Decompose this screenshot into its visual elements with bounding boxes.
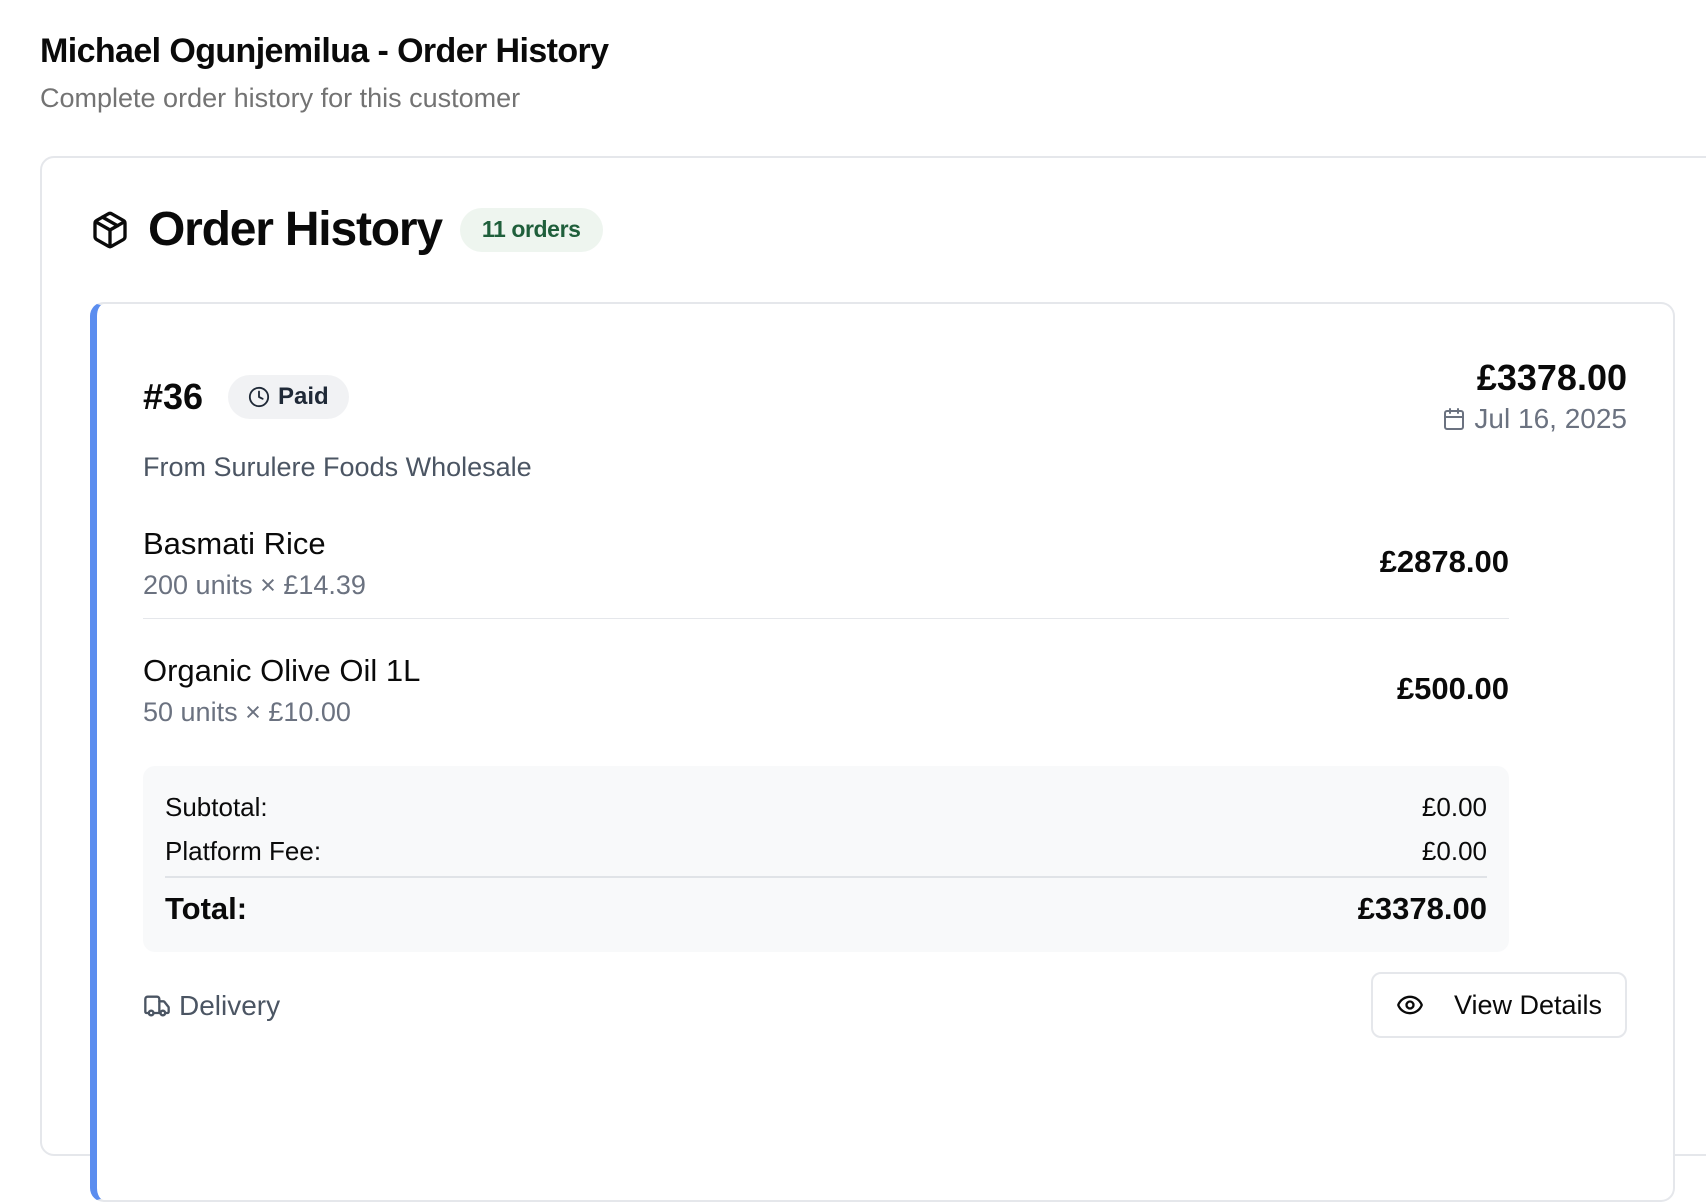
order-date-text: Jul 16, 2025 [1474,403,1627,434]
item-price: £2878.00 [1379,544,1509,579]
total-row: Total: £3378.00 [165,891,1487,927]
platform-fee-value: £0.00 [1421,836,1487,866]
item-name: Basmati Rice [143,526,326,561]
item-quantity: 50 units × £10.00 [143,697,351,727]
page-header: Michael Ogunjemilua - Order History Comp… [40,32,609,114]
item-quantity: 200 units × £14.39 [143,570,366,600]
subtotal-row: Subtotal: £0.00 [165,792,1487,823]
view-details-button[interactable]: View Details [1371,972,1627,1038]
order-date: Jul 16, 2025 [1442,403,1627,435]
item-name: Organic Olive Oil 1L [143,653,421,688]
order-id: #36 [143,376,204,417]
section-header: Order History 11 orders [90,202,603,257]
page-title: Michael Ogunjemilua - Order History [40,32,609,70]
page-subtitle: Complete order history for this customer [40,83,521,113]
status-badge: Paid [228,375,349,419]
section-title: Order History [148,203,443,256]
list-item: Organic Olive Oil 1L 50 units × £10.00 £… [143,653,1509,728]
order-card[interactable]: #36 Paid £3378.00 Jul 16, 2025 From Suru… [90,302,1675,1202]
total-value: £3378.00 [1357,891,1487,926]
view-details-label: View Details [1453,989,1603,1020]
subtotal-label: Subtotal: [165,792,268,822]
order-count-badge: 11 orders [459,207,603,252]
subtotal-value: £0.00 [1421,792,1487,822]
status-label: Paid [278,383,329,410]
list-item: Basmati Rice 200 units × £14.39 £2878.00 [143,526,1509,601]
summary-divider [165,876,1487,878]
package-icon [90,210,130,250]
calendar-icon [1444,408,1465,430]
total-label: Total: [165,891,248,926]
truck-icon [144,995,170,1017]
fulfillment-method: Delivery [143,990,280,1022]
order-history-card: Order History 11 orders #36 Paid £3378.0… [40,156,1706,1202]
vendor-name: From Surulere Foods Wholesale [143,452,532,482]
item-price: £500.00 [1396,671,1509,706]
order-total: £3378.00 [1476,357,1627,398]
fulfillment-label: Delivery [179,990,281,1021]
item-divider [143,618,1509,619]
clock-icon [248,386,270,408]
platform-fee-row: Platform Fee: £0.00 [165,836,1487,867]
eye-icon [1397,995,1423,1015]
order-summary: Subtotal: £0.00 Platform Fee: £0.00 Tota… [143,766,1509,952]
platform-fee-label: Platform Fee: [165,836,322,866]
